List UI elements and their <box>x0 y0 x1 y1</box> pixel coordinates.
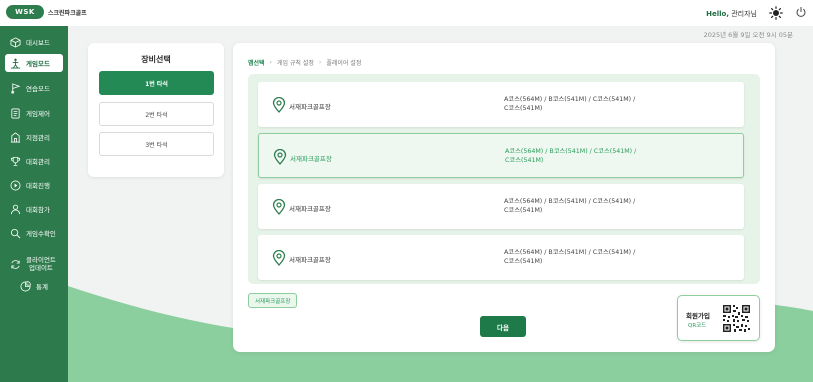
chevron-right-icon: › <box>318 59 322 66</box>
sidebar-item-label: 대시보드 <box>26 39 50 47</box>
sidebar-item-label-line2: 업데이트 <box>28 264 53 272</box>
equipment-option-3[interactable]: 3번 타석 <box>99 132 214 156</box>
greeting: Hello, 관리자님 <box>706 9 757 19</box>
course-row[interactable]: 서재파크골프장 A코스(564M) / B코스(541M) / C코스(541M… <box>258 184 744 229</box>
course-details: A코스(564M) / B코스(541M) / C코스(541M) / C코스(… <box>504 248 674 266</box>
sidebar-item-label: 통계 <box>36 283 48 291</box>
sidebar-item-tournament-progress[interactable]: 대회진행 <box>5 176 63 194</box>
sidebar-item-game-mode[interactable]: 게임모드 <box>5 54 63 72</box>
course-details-line1: A코스(564M) / B코스(541M) / C코스(541M) / <box>504 96 636 103</box>
course-row[interactable]: 서재파크골프장 A코스(564M) / B코스(541M) / C코스(541M… <box>258 82 744 127</box>
selected-course-chip[interactable]: 서재파크골프장 <box>248 293 298 308</box>
sidebar: 대시보드 게임모드 연습모드 게임제어 지점관리 대회관리 대회진행 대회참가 … <box>0 26 68 382</box>
course-name: 서재파크골프장 <box>289 103 331 111</box>
sidebar-item-practice-mode[interactable]: 연습모드 <box>5 79 63 97</box>
breadcrumb: 맵선택 › 게임 규칙 설정 › 플레이어 설정 <box>248 58 361 67</box>
breadcrumb-step-players[interactable]: 플레이어 설정 <box>326 58 361 67</box>
sidebar-item-label: 게임모드 <box>26 60 50 68</box>
sidebar-item-tournament-management[interactable]: 대회관리 <box>5 152 63 170</box>
sidebar-item-label: 게임수확인 <box>26 230 56 238</box>
sidebar-item-label: 연습모드 <box>26 85 50 93</box>
course-name: 서재파크골프장 <box>290 155 332 163</box>
logo[interactable]: WSK 스크린파크골프 <box>6 5 87 19</box>
signup-subtitle: QR코드 <box>688 323 707 329</box>
breadcrumb-step-rules[interactable]: 게임 규칙 설정 <box>277 58 314 67</box>
power-icon[interactable] <box>795 6 807 18</box>
course-details-line2: C코스(541M) <box>504 105 543 112</box>
sidebar-item-label: 대회진행 <box>26 182 50 190</box>
sidebar-item-game-control[interactable]: 게임제어 <box>5 104 63 122</box>
logo-mark: WSK <box>6 5 44 19</box>
golfer-icon <box>10 58 21 69</box>
sidebar-item-tournament-join[interactable]: 대회참가 <box>5 200 63 218</box>
top-bar: WSK 스크린파크골프 Hello, 관리자님 <box>0 0 813 26</box>
sidebar-item-dashboard[interactable]: 대시보드 <box>5 33 63 51</box>
course-details: A코스(564M) / B코스(541M) / C코스(541M) / C코스(… <box>504 95 674 113</box>
course-details: A코스(564M) / B코스(541M) / C코스(541M) / C코스(… <box>504 197 674 215</box>
trophy-icon <box>10 156 21 166</box>
equipment-title: 장비선택 <box>141 55 171 64</box>
search-icon <box>10 228 21 238</box>
sidebar-item-branch-management[interactable]: 지점관리 <box>5 128 63 146</box>
next-button[interactable]: 다음 <box>480 316 526 337</box>
course-details-line1: A코스(564M) / B코스(541M) / C코스(541M) / <box>505 148 637 155</box>
play-icon <box>10 180 21 190</box>
course-name: 서재파크골프장 <box>289 205 331 213</box>
sidebar-item-label: 클라이언트 업데이트 <box>26 256 56 272</box>
course-row-selected[interactable]: 서재파크골프장 A코스(564M) / B코스(541M) / C코스(541M… <box>258 133 744 178</box>
sidebar-item-label: 대회참가 <box>26 206 50 214</box>
sidebar-item-statistics[interactable]: 통계 <box>5 277 63 295</box>
equipment-option-1[interactable]: 1번 타석 <box>99 71 214 95</box>
course-details: A코스(564M) / B코스(541M) / C코스(541M) / C코스(… <box>505 147 675 165</box>
course-details-line2: C코스(541M) <box>504 207 543 214</box>
course-list: 서재파크골프장 A코스(564M) / B코스(541M) / C코스(541M… <box>248 74 760 284</box>
sidebar-item-label: 게임제어 <box>26 110 50 118</box>
course-details-line2: C코스(541M) <box>504 258 543 265</box>
location-pin-icon <box>272 97 286 113</box>
course-details-line2: C코스(541M) <box>505 157 544 164</box>
course-row[interactable]: 서재파크골프장 A코스(564M) / B코스(541M) / C코스(541M… <box>258 235 744 280</box>
qr-code-icon <box>722 304 751 333</box>
sidebar-item-label: 대회관리 <box>26 158 50 166</box>
person-icon <box>10 204 21 214</box>
course-details-line1: A코스(564M) / B코스(541M) / C코스(541M) / <box>504 249 636 256</box>
chart-icon <box>20 280 31 291</box>
location-pin-icon <box>273 149 287 165</box>
signup-qr-box[interactable]: 회원가입 QR코드 <box>677 295 760 341</box>
course-details-line1: A코스(564M) / B코스(541M) / C코스(541M) / <box>504 198 636 205</box>
app-title: 스크린파크골프 <box>48 9 87 17</box>
building-icon <box>10 131 21 142</box>
location-pin-icon <box>272 250 286 266</box>
equipment-option-2[interactable]: 2번 타석 <box>99 102 214 126</box>
signup-title: 회원가입 <box>686 312 710 320</box>
course-name: 서재파크골프장 <box>289 256 331 264</box>
location-pin-icon <box>272 199 286 215</box>
cube-icon <box>10 36 21 48</box>
sidebar-item-label: 지점관리 <box>26 134 50 142</box>
sidebar-item-label-line1: 클라이언트 <box>26 256 56 264</box>
datetime-display: 2025년 6월 9일 오전 9시 05분 <box>703 31 793 39</box>
equipment-panel: 장비선택 1번 타석 2번 타석 3번 타석 <box>88 43 224 177</box>
greeting-prefix: Hello, <box>706 10 729 18</box>
breadcrumb-step-map[interactable]: 맵선택 <box>248 58 265 67</box>
sun-icon[interactable] <box>769 6 783 20</box>
greeting-user: 관리자님 <box>731 10 757 18</box>
document-icon <box>11 108 20 118</box>
sidebar-item-game-count[interactable]: 게임수확인 <box>5 224 63 242</box>
flag-icon <box>11 82 21 94</box>
chevron-right-icon: › <box>269 59 272 66</box>
sidebar-item-client-update[interactable]: 클라이언트 업데이트 <box>5 252 63 276</box>
refresh-icon <box>11 259 20 269</box>
